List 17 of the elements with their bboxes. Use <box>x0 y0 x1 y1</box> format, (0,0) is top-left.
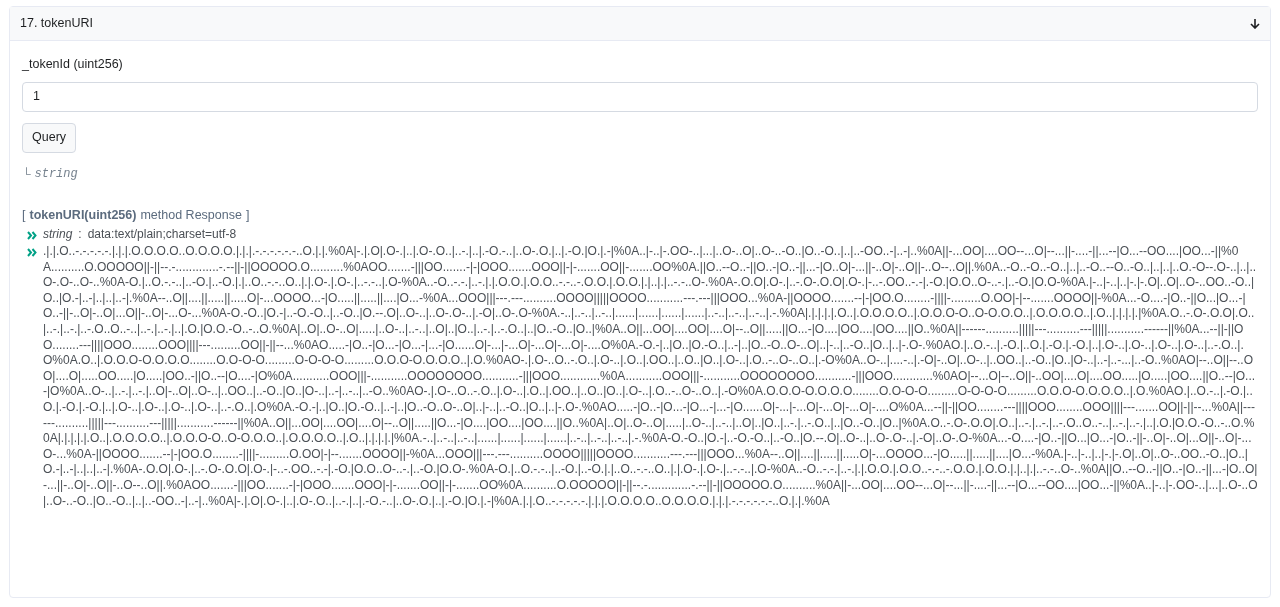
input-field[interactable]: 1 <box>22 81 1258 112</box>
separator: : <box>78 226 82 243</box>
response-label: method Response <box>140 206 242 224</box>
double-chevron-icon <box>27 248 37 258</box>
section-title: 17. tokenURI <box>20 15 93 33</box>
tree-branch: └ <box>22 165 31 183</box>
field-label: _tokenId (uint256) <box>22 56 124 73</box>
value-type: string <box>43 226 73 243</box>
bracket: ] <box>245 206 250 224</box>
section-header[interactable]: 17. tokenURI <box>10 7 1270 41</box>
method-name: tokenURI(uint256) <box>29 206 137 224</box>
bracket: [ <box>22 206 26 224</box>
query-button[interactable]: Query <box>22 122 77 153</box>
response-value: data:text/plain;charset=utf-8 <box>87 226 237 243</box>
double-chevron-icon <box>27 230 37 240</box>
response-value: .|.|.O..-.-.-.-.-.|.|.|.O.O.O.O..O.O.O.O.|.|.|.-.-.-.-.-.-..O.|.|.%0A|-.|.O|.O-.|..|.O-.O..|..-.|..|.-O.-..|..O-.O.|..|.-O.|O.|.-|%0A..|-..|-.OO-..|...|..O-..O|..O-..-O..|O..-O..|..|..-OO..-|..-|..%0A||-...OO|....OO--...O|--...||-....-||...--|O...--OO....|OO...-||%0A..........O.OOOOO||-||--.-.............-.--||-||OOOOO.O..........%0AOO.......-|||OO.......-|-|OOO.......OOO||-|-.......OO||-.......OO%0A.||O..--O..-||O..-|O..-||...-|O..O|-...||-..O|-..O||-..O--..O||.%0A..-O..-O..-O..|..|..-O..--O..-O..|..|..|..O.-O--.O-..|..|..O-.O-..O-..%0A-O.|..O.-.-..|..-O.|..-O.|.|..O..-.-..O..|.|.O-.|.O-.|..-.-..|.O-%0A..-O..-.-.|..-.|.|.O.O.|.O.O..-.-..-.O.O.|.O.O.|.|..|.|..-.-..O-.%0A-.O.O|.O-.|..-.O-.O.O|.O-.|-..-.OO..-.-|.-O.|O.O..O-..-.|..-O.|O.O-%0A.|-..|-..|..|-.|-.O|..O|..O-..OO..-O..|O..|O.-|..-|..|..|..-|.%0A--..O||....||.....||.....O|-...OOOO...-|O.....||.....||....|O...-%0A...OOO|||---.---..........OOOO|||||OOOO...........---.---|||OOO...%0A-||OOOO.......--|-|OO.O........-||||-.........O.OO|-|--.......OOOO||-%0A...-O....-|O..-||O...|O...-|O..-||-..O|-..O|...O||-..O|-...O-...%0A-O.-O..|O.-|..-O.-O..|..-O..|O.--.O|..O-..|..O-.O-..|.-O|..O-.O-%0A.-..|..-..|..-..|......|......|......|......|..-..|..-..|..-..|.-.%0A|.|.|.|.|.O..|.O.O.O.O..|.O.O.O-O..O-O.O.O..|.O.O.O.O..|.O..|.|.|.|.|%0A.O..-.O-.O.O|.O..|..-.|..-.|..-.O..O..-..|..-.|..-.|..|.O.|O.O.-O..-..O.%0A|..O|..O-..O|.....|..O-..|..-..|..O|..|O..|..-.|..-.O..|..|O..-O..|O..|%0A..O||...OO|....OO|....O|--..O||.....||O...-|O....|OO....|OO....||O..%0A||------..........|||||---..........---|||||...........------||%0A...--||-||OO........---||||OOO........OOO||||---.........OO||-||--...%0AO.....-|O..-|O...-|O...-|...-|O......O|-...|-...O|-...O|-...O|-....O%0A.-O.-|..|O..|O.-O..|..-|..|O..-O..O-..O|..|-..|..-O..|O..|..|-.O-.%0AO.|..O.-..|.-O.|..O.|.-O.|.-O.|..|.O-..|.O-..|.O-..|.O-..|..-.O..|.O%0A.O..|.O.O.O-O.O.O.O........O.O-O-O.........O-O-O-O.........O.O.O-O.O.O.O..|.O.%0AO-.|.O-..O..-.O..|.O-..|.O..|.OO..|..O..|O..|.O-..|.O..-..O-..O..|.-O%0A..O-..|....-..|.-O|-..O|..O-..|..OO..|..-O..|O..|O-..|..-|..-...|..-O..%0AO|--..O||--..OO|....O|.....OO.....|O.....|OO..-||O..--|O....-|O%0A...........OOO|||-...........OOOOOOOO...........-|||OOO............%0A...........OOO|||-...........OOOOOOOO...........-|||OOO............%0AO|--...O|--..O||-..OO|....O|....OO.....|O.....|OO....||O..--|O...-|O%0A..O-..|..-.|..-.|..O|-..O|..O-..|..OO..|..-O..|O..|O-..|..-|..-..|..-O..%0AO-.|.O-..O..-.O..|.O-..|.O..|.OO..|..O..|O..|.O-..|.O..-..O-..O..|.-O%0A.O.O.O-O.O.O.O........O.O-O-O.........O-O-O-O.........O.O.O-O.O.O.O..|.O.%0AO.|..O.-..|.-O.|..O.|.-O.|.-O.|..|.O-..|.O-..|.O-..|.O-..|..-.O..|.O%0A.-O.-|..|O..|O.-O..|..-|..|O..-O..O-..O|..|-..|..-O..|O..|..|-.O-.%0AO.....-|O..-|O...-|O...-|...-|O......O|-...|-...O|-...O|-...O|-....O%0A...--||-||OO........---||||OOO........OOO||||---.......OO||-||--...%0A||------..........|||||---..........---|||||...........------||%0A..O||...OO|....OO|....O|--..O||.....||O...-|O....|OO....|OO....||O..%0A|..O|..O-..O|.....|..O-..|..-..|..O|..|O..|..-.|..-.O..|..|O..-O..|O..|%0A.O..-.O-.O.O|.O..|..-.|..-.|..-.O..O..-..|..-.|..-.|..|.O.|O.O.-O..-..O.%0A|.|.|.|.|.O..|.O.O.O.O..|.O.O.O-O..O-O.O.O..|.O.O.O.O..|.O..|.|.|.|.|%0A.-..|..-..|..-..|......|......|......|......|..-..|..-..|..-..|.-.%0A-O.-O..|O.-|..-O.-O..|..-O..|O.--.O|..O-..|..O-.O-..|.-O|..O-.O-%0A...-O....-|O..-||O...|O...-|O..-||-..O|-..O|...O||-..O|-...O-...%0A-||OOOO.......--|-|OO.O........-||||-.........O.OO|-|--.......OOOO||-%0A...OOO|||---.---..........OOOO|||||OOOO...........---.---|||OOO...%0A--..O||....||.....||.....O|-...OOOO...-|O.....||.....||....|O...-%0A.|-..|-..|..|-.|-.O|..O|..O-..OO..-O..|O..|O.-|..-|..|..|..-|.%0A-.O.O|.O-.|..-.O-.O.O|.O-.|-..-.OO..-.-|.-O.|O.O..O-..-.|..-O.|O.O-.%0A-O.|..O.-.-..|..-O.|..-O.|.|..O..-.-..O..|.|.O-.|.O-.|..-.-..|.O-%0A..-O..-.-.|..-.|.|.O.O.|.O.O..-.-..-.O.O.|.O.O.|.|..|.|..-.-..O-..%0A||O..--O..-||O..-|O..-||...-|O..O|-...||-..O|-..O||-..O--..O||.%0AOO.......-|||OO.......-|-|OOO.......OOO|-|-.......OO||-|-.......OO%0A..........O.OOOOO||-||--.-.............-.--||-||OOOOO.O..........%0A||-...OO|....OO--...O|--...||-....-||...--|O...--OO....|OO...-||%0A..|-..|-.OO-..|...|..O-..O|..O-..-O..|O..-O..|..|..-OO..-|..-|..%0A|-.|.O|.O-.|..|.O-.O..|..-.|..|.-O.-..|..O-.O.|..|.-O.|O.|.-|%0A.|.|.O..-.-.-.-.-.|.|.|.O.O.O.O..O.O.O.O.|.|.|.-.-.-.-.-.-..O.|.|.%0A <box>43 244 1258 510</box>
output-type: string <box>34 165 78 183</box>
